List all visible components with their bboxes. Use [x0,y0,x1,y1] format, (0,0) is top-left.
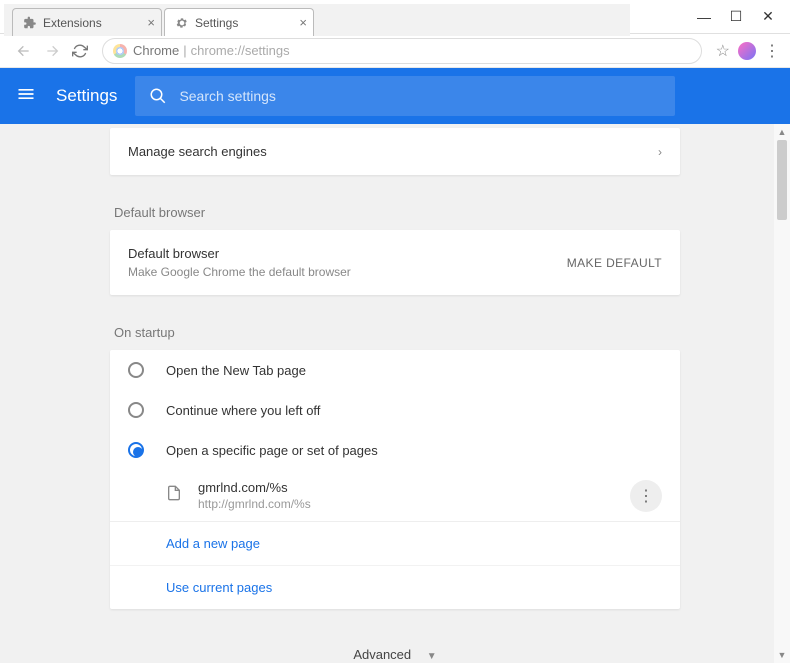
add-new-page-link[interactable]: Add a new page [110,522,680,566]
tab-strip: Extensions × Settings × [4,4,630,36]
advanced-label: Advanced [353,647,411,662]
startup-option-specific[interactable]: Open a specific page or set of pages [110,430,680,470]
scrollbar[interactable]: ▲ ▼ [774,124,790,663]
manage-search-engines-row[interactable]: Manage search engines › [110,128,680,175]
avatar[interactable] [738,42,756,60]
tab-label: Extensions [43,16,102,30]
page-url: http://gmrlnd.com/%s [198,497,311,511]
address-bar[interactable]: Chrome | chrome://settings [102,38,702,64]
page-title: Settings [56,86,117,106]
toolbar: Chrome | chrome://settings ☆ ⋮ [0,34,790,68]
startup-card: Open the New Tab page Continue where you… [110,350,680,609]
default-browser-card: Default browser Make Google Chrome the d… [110,230,680,295]
tab-settings[interactable]: Settings × [164,8,314,36]
scrollbar-thumb[interactable] [777,140,787,220]
startup-page-entry: gmrlnd.com/%s http://gmrlnd.com/%s ⋮ [110,470,680,522]
advanced-toggle[interactable]: Advanced ▼ [110,629,680,663]
use-current-pages-link[interactable]: Use current pages [110,566,680,609]
tab-extensions[interactable]: Extensions × [12,8,162,36]
gear-icon [175,16,189,30]
url-label: Chrome [133,43,179,58]
menu-icon[interactable] [16,84,40,109]
option-label: Open a specific page or set of pages [166,443,378,458]
search-engine-card: Manage search engines › [110,128,680,175]
bookmark-icon[interactable]: ☆ [716,41,730,61]
search-input[interactable] [179,88,360,104]
settings-header: Settings [0,68,790,124]
startup-option-continue[interactable]: Continue where you left off [110,390,680,430]
close-window-button[interactable]: ✕ [754,3,782,31]
startup-option-newtab[interactable]: Open the New Tab page [110,350,680,390]
puzzle-icon [23,16,37,30]
scroll-up-icon[interactable]: ▲ [774,124,790,140]
default-browser-title: Default browser [128,246,351,261]
maximize-button[interactable]: ☐ [722,3,750,31]
search-box[interactable] [135,76,675,116]
forward-button[interactable] [40,39,64,63]
chevron-right-icon: › [658,145,662,159]
radio-icon [128,402,144,418]
close-icon[interactable]: × [299,15,307,30]
url-path: chrome://settings [191,43,290,58]
option-label: Open the New Tab page [166,363,306,378]
close-icon[interactable]: × [147,15,155,30]
more-actions-button[interactable]: ⋮ [630,480,662,512]
chevron-down-icon: ▼ [427,651,437,662]
section-label: On startup [110,315,680,350]
page-title: gmrlnd.com/%s [198,480,311,495]
chrome-icon [113,44,127,58]
menu-button[interactable]: ⋮ [764,41,780,61]
make-default-button[interactable]: MAKE DEFAULT [567,256,662,270]
radio-icon [128,362,144,378]
reload-button[interactable] [68,39,92,63]
radio-icon [128,442,144,458]
default-browser-subtitle: Make Google Chrome the default browser [128,265,351,279]
tab-label: Settings [195,16,238,30]
content-area: Manage search engines › Default browser … [0,124,790,663]
row-label: Manage search engines [128,144,267,159]
option-label: Continue where you left off [166,403,320,418]
minimize-button[interactable]: — [690,3,718,31]
back-button[interactable] [12,39,36,63]
page-icon [166,484,184,507]
section-label: Default browser [110,195,680,230]
search-icon [149,87,167,105]
scroll-down-icon[interactable]: ▼ [774,647,790,663]
